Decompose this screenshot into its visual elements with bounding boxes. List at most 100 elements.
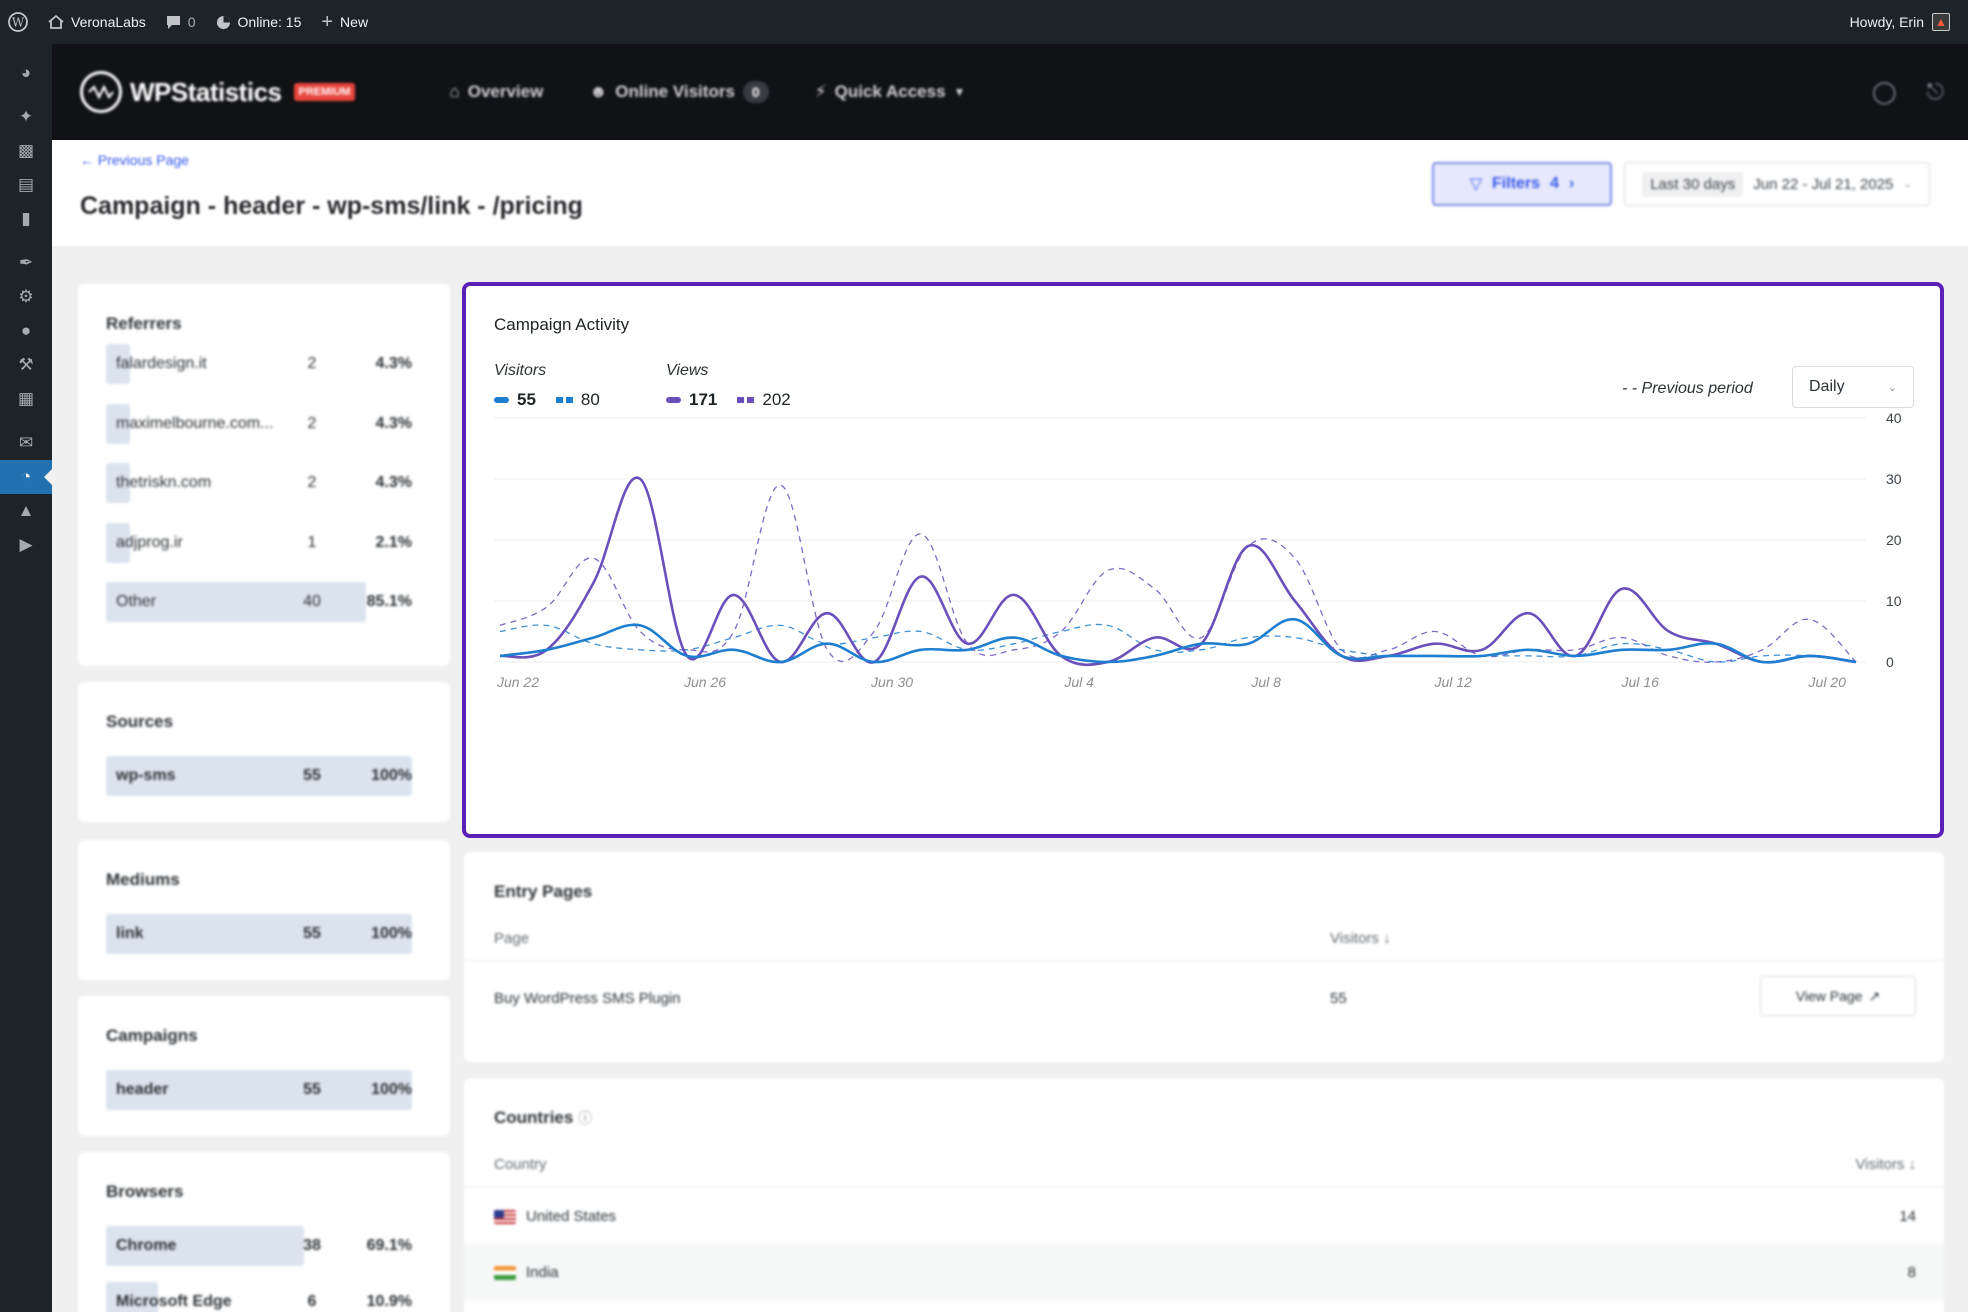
referrers-row[interactable]: falardesign.it 2 4.3%: [106, 344, 412, 384]
wpstatistics-logo[interactable]: WPStatistics PREMIUM: [80, 71, 356, 113]
plugin-header: WPStatistics PREMIUM ⌂ Overview ☻ Online…: [52, 44, 1968, 140]
previous-page-link[interactable]: ← Previous Page: [80, 152, 189, 168]
country-row-in: India: [494, 1264, 559, 1281]
entry-page-visitors: 55: [1330, 990, 1347, 1007]
nav-online-visitors-label: Online Visitors: [615, 82, 735, 101]
new-label: New: [340, 14, 369, 30]
referrers-card: Referrers falardesign.it 2 4.3% maximelbour…: [78, 284, 450, 666]
posts-pin-icon[interactable]: ✦: [0, 100, 52, 134]
activity-line-chart[interactable]: 0 10 20 30 40 Jun 22 Jun 26 Jun 30 Jul 4 Jul 8 Jul…: [466, 286, 1940, 834]
referrers-row-percent: 4.3%: [375, 414, 412, 432]
settings-grid-icon[interactable]: ▦: [0, 382, 52, 416]
campaigns-row-percent: 100%: [371, 1081, 412, 1098]
campaigns-row[interactable]: header 55 100%: [106, 1070, 412, 1110]
mediums-card: Mediums link 55 100%: [78, 840, 450, 980]
referrers-row-name: maximelbourne.com...: [116, 414, 274, 432]
mediums-title: Mediums: [106, 870, 180, 889]
wp-logo-menu[interactable]: W: [0, 0, 38, 44]
referrers-row[interactable]: thetriskn.com 2 4.3%: [106, 463, 412, 503]
countries-col-visitors[interactable]: Visitors ↓: [1855, 1156, 1916, 1173]
new-content-menu[interactable]: + New: [311, 0, 378, 44]
referrers-row-value: 2: [307, 474, 317, 491]
filters-label: Filters: [1492, 175, 1541, 192]
site-name-link[interactable]: VeronaLabs: [38, 0, 156, 44]
mail-icon[interactable]: ✉: [0, 426, 52, 460]
date-range: Jun 22 - Jul 21, 2025: [1753, 175, 1894, 193]
y-tick-label: 30: [1886, 471, 1902, 487]
referrers-row[interactable]: Other 40 85.1%: [106, 582, 412, 622]
online-users-link[interactable]: Online: 15: [206, 0, 312, 44]
country-row-us: United States: [494, 1208, 616, 1225]
views-previous-series-line[interactable]: [499, 484, 1857, 663]
views-current-series-line[interactable]: [499, 476, 1857, 667]
entry-pages-title: Entry Pages: [494, 882, 593, 901]
nav-overview[interactable]: ⌂ Overview: [449, 82, 543, 102]
plus-icon: +: [321, 11, 334, 33]
countries-title-text: Countries: [494, 1108, 574, 1127]
users-icon[interactable]: ●: [0, 314, 52, 348]
us-flag-icon: [494, 1210, 516, 1225]
browsers-row-name: Microsoft Edge: [116, 1293, 232, 1310]
x-tick-label: Jun 30: [870, 674, 913, 690]
plugin-nav: ⌂ Overview ☻ Online Visitors 0 ⚡ Quick A…: [449, 81, 965, 103]
referrers-row[interactable]: maximelbourne.com... 2 4.3%: [106, 403, 412, 444]
referrers-row[interactable]: adjprog.ir 1 2.1%: [106, 522, 412, 563]
mediums-row-percent: 100%: [371, 925, 412, 942]
online-count: Online: 15: [237, 14, 302, 30]
x-tick-label: Jul 8: [1250, 674, 1281, 690]
referrers-title: Referrers: [106, 314, 182, 333]
entry-pages-col-visitors[interactable]: Visitors ↓: [1330, 930, 1391, 947]
nav-online-visitors[interactable]: ☻ Online Visitors 0: [589, 81, 769, 103]
country-name: India: [526, 1264, 559, 1281]
admin-bar: W VeronaLabs 0 Online: 15 + New Howdy, E…: [0, 0, 1968, 44]
appearance-icon[interactable]: ✒: [0, 246, 52, 280]
countries-card: Countries ⓘ Country Visitors ↓ United St…: [464, 1078, 1944, 1312]
y-tick-label: 40: [1886, 410, 1902, 426]
entry-pages-card: Entry Pages Page Visitors ↓ Buy WordPres…: [464, 852, 1944, 1062]
user-avatar: ▲: [1932, 13, 1950, 31]
shield-icon[interactable]: ◯: [1872, 79, 1897, 105]
logo-text: WPStatistics: [130, 76, 282, 107]
mediums-row[interactable]: link 55 100%: [106, 914, 412, 954]
comments-link[interactable]: 0: [156, 0, 206, 44]
date-range-picker[interactable]: Last 30 days Jun 22 - Jul 21, 2025 ⌄: [1624, 162, 1930, 206]
tools-wrench-icon[interactable]: ⚒: [0, 348, 52, 382]
dashboard-icon[interactable]: ◕: [0, 56, 52, 90]
media-icon[interactable]: ▩: [0, 134, 52, 168]
info-icon[interactable]: ⓘ: [578, 1110, 592, 1126]
analytics-chart-icon[interactable]: ▲: [0, 494, 52, 528]
sources-row[interactable]: wp-sms 55 100%: [106, 756, 412, 796]
browsers-row-percent: 10.9%: [366, 1293, 412, 1310]
x-tick-label: Jul 20: [1808, 674, 1847, 690]
sources-row-percent: 100%: [371, 767, 412, 784]
browsers-row-percent: 69.1%: [366, 1237, 412, 1254]
play-circle-icon[interactable]: ▶: [0, 528, 52, 562]
referrers-row-percent: 2.1%: [375, 533, 412, 551]
countries-title: Countries ⓘ: [494, 1108, 592, 1128]
nav-quick-access-label: Quick Access: [834, 82, 946, 101]
home-outline-icon: ⌂: [449, 82, 460, 101]
comments-icon[interactable]: ▮: [0, 202, 52, 236]
filters-button[interactable]: ▽ Filters 4 ›: [1432, 162, 1612, 206]
bell-icon[interactable]: ⎋: [1927, 79, 1944, 105]
date-preset: Last 30 days: [1642, 171, 1744, 197]
referrers-row-value: 1: [307, 533, 317, 551]
wordpress-icon: W: [8, 12, 28, 32]
browsers-row[interactable]: Chrome 38 69.1%: [106, 1226, 412, 1266]
plugins-icon[interactable]: ⚙: [0, 280, 52, 314]
pages-icon[interactable]: ▤: [0, 168, 52, 202]
page-header: ← Previous Page Campaign - header - wp-s…: [52, 140, 1968, 246]
howdy-text: Howdy, Erin: [1849, 14, 1924, 30]
statistics-pie-icon[interactable]: ◔: [0, 460, 52, 494]
referrers-row-name: Other: [116, 593, 157, 610]
browsers-row[interactable]: Microsoft Edge 6 10.9%: [106, 1282, 412, 1312]
x-tick-label: Jun 26: [683, 674, 726, 690]
nav-quick-access[interactable]: ⚡ Quick Access ▼: [815, 82, 966, 102]
visitors-current-series-line[interactable]: [499, 617, 1857, 664]
entry-pages-col-page: Page: [494, 930, 530, 947]
y-tick-label: 10: [1886, 593, 1902, 609]
view-page-button[interactable]: View Page ↗: [1760, 976, 1916, 1016]
x-tick-label: Jun 22: [496, 674, 539, 690]
my-account-menu[interactable]: Howdy, Erin ▲: [1850, 13, 1968, 31]
x-tick-label: Jul 16: [1621, 674, 1660, 690]
